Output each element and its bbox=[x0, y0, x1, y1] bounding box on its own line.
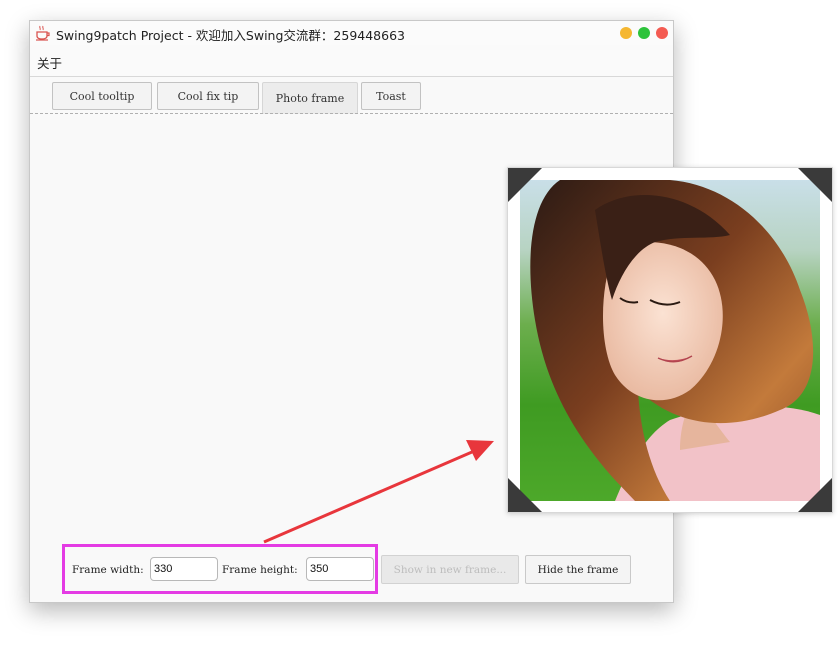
frame-corner-bottom-right bbox=[798, 478, 832, 512]
show-in-new-frame-button[interactable]: Show in new frame... bbox=[381, 555, 519, 584]
tab-photo-frame[interactable]: Photo frame bbox=[262, 82, 358, 114]
tab-divider bbox=[30, 113, 673, 114]
menu-item-about[interactable]: 关于 bbox=[37, 53, 62, 72]
title-bar[interactable]: Swing9patch Project - 欢迎加入Swing交流群：25944… bbox=[30, 21, 673, 46]
tab-cool-fix-tip[interactable]: Cool fix tip bbox=[157, 82, 259, 110]
coffee-cup-icon bbox=[36, 25, 50, 41]
frame-corner-top-right bbox=[798, 168, 832, 202]
tab-toast[interactable]: Toast bbox=[361, 82, 421, 110]
window-title: Swing9patch Project - 欢迎加入Swing交流群：25944… bbox=[56, 28, 405, 43]
menu-bar: 关于 bbox=[30, 45, 673, 77]
maximize-button[interactable] bbox=[638, 27, 650, 39]
tab-cool-tooltip[interactable]: Cool tooltip bbox=[52, 82, 152, 110]
portrait-photo bbox=[520, 180, 820, 501]
photo-frame bbox=[507, 167, 833, 513]
controls-highlight-box bbox=[62, 544, 378, 594]
frame-corner-bottom-left bbox=[508, 478, 542, 512]
frame-corner-top-left bbox=[508, 168, 542, 202]
hide-frame-button[interactable]: Hide the frame bbox=[525, 555, 631, 584]
minimize-button[interactable] bbox=[620, 27, 632, 39]
close-button[interactable] bbox=[656, 27, 668, 39]
